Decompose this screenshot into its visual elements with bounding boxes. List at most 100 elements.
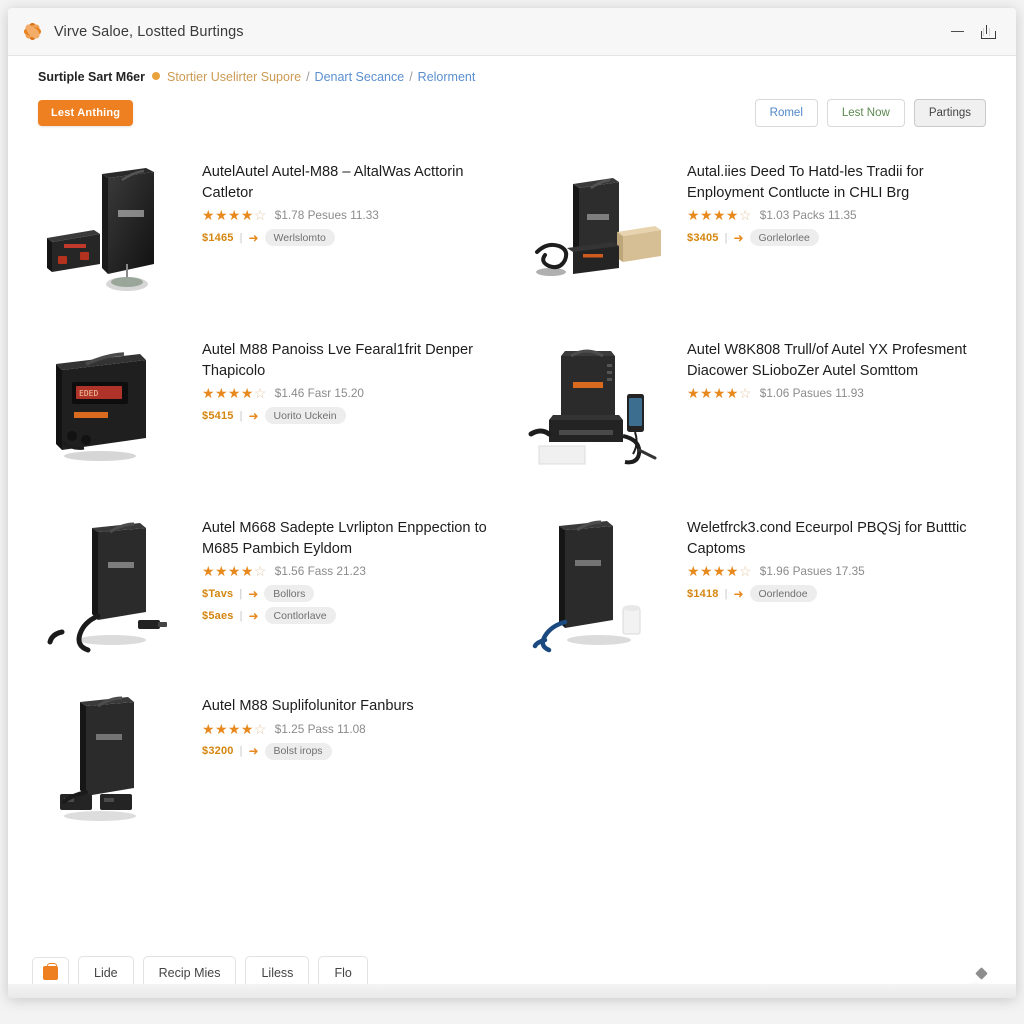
breadcrumb-link-2[interactable]: Relorment (418, 70, 476, 84)
filter-row: Lest Anthing Romel Lest Now Partings (38, 98, 986, 128)
arrow-icon: ➜ (248, 408, 259, 423)
filter-chip-romel[interactable]: Romel (754, 99, 818, 127)
product-info: Autel W8K808 Trull/of Autel YX Profesmen… (687, 328, 986, 407)
meta-badge: Uorito Uckein (264, 407, 346, 425)
shopping-bag-icon (43, 963, 58, 980)
review-text: $1.25 Pass 11.08 (274, 721, 366, 736)
product-title[interactable]: AutelAutel Autel-M88 – AltalWas Acttorin… (202, 162, 501, 203)
breadcrumb-link-1[interactable]: Denart Secance (315, 70, 405, 84)
meta-badge: Contlorlave (264, 607, 336, 625)
product-image-hard-case-with-display[interactable]: EDED (32, 328, 202, 488)
product-rating: ★★★★☆ $1.03 Packs 11.35 (687, 208, 986, 222)
filter-chip-lest-now[interactable]: Lest Now (826, 99, 905, 127)
product-info: Autel M88 Panoiss Lve Fearal1frit Denper… (202, 328, 501, 429)
product-image-case-with-wood-block[interactable] (517, 150, 687, 310)
meta-divider: | (724, 587, 728, 600)
review-text: $1.46 Fasr 15.20 (274, 386, 364, 401)
meta-divider: | (239, 409, 243, 422)
meta-badge: Oorlendoe (749, 585, 817, 603)
rating-stars: ★★★★☆ (202, 563, 267, 580)
minimize-icon (950, 30, 964, 33)
product-info: Autel M88 Suplifolunitor Fanburs ★★★★☆ $… (202, 684, 501, 765)
rating-stars: ★★★★☆ (687, 207, 752, 224)
product-card[interactable]: Autel M88 Suplifolunitor Fanburs ★★★★☆ $… (32, 678, 507, 850)
product-card[interactable]: Autal.iies Deed To Hatd-les Tradii for E… (517, 144, 992, 316)
arrow-icon: ➜ (733, 230, 744, 245)
arrow-icon: ➜ (248, 744, 259, 759)
product-card[interactable]: Autel M668 Sadepte Lvrlipton Enppection … (32, 500, 507, 672)
window-title: Virve Saloe, Lostted Burtings (54, 23, 244, 40)
rating-stars: ★★★★☆ (202, 207, 267, 224)
breadcrumb-title: Surtiple Sart M6er (38, 70, 145, 84)
diamond-icon[interactable] (975, 966, 988, 980)
meta-price: $3405 (687, 231, 719, 244)
product-title[interactable]: Autal.iies Deed To Hatd-les Tradii for E… (687, 162, 986, 203)
review-text: $1.96 Pasues 17.35 (759, 564, 865, 579)
review-text: $1.56 Fass 21.23 (274, 564, 366, 579)
product-card[interactable]: AutelAutel Autel-M88 – AltalWas Acttorin… (32, 144, 507, 316)
filter-chip-partings[interactable]: Partings (913, 99, 986, 127)
product-title[interactable]: Autel M88 Suplifolunitor Fanburs (202, 696, 501, 717)
svg-text:EDED: EDED (79, 389, 98, 398)
breadcrumb-separator: / (409, 70, 413, 84)
product-card[interactable]: EDED Autel M88 Panoiss Lve Fearal1frit D… (32, 322, 507, 494)
review-text: $1.03 Packs 11.35 (759, 208, 857, 223)
review-text: $1.06 Pasues 11.93 (759, 386, 864, 401)
product-meta: $3200 | ➜ Bolst irops (202, 742, 501, 760)
product-image-tower-with-cup[interactable] (517, 506, 687, 666)
product-meta: $1418 | ➜ Oorlendoe (687, 585, 986, 603)
meta-price: $1418 (687, 587, 719, 600)
rating-stars: ★★★★☆ (202, 385, 267, 402)
product-rating: ★★★★☆ $1.56 Fass 21.23 (202, 564, 501, 578)
product-image-tower-with-adapters[interactable] (32, 684, 202, 844)
rating-stars: ★★★★☆ (202, 720, 267, 737)
desktop-background: Virve Saloe, Lostted Burtings Surtiple S… (0, 0, 1024, 1024)
meta-price: $5415 (202, 409, 234, 422)
product-rating: ★★★★☆ $1.06 Pasues 11.93 (687, 386, 986, 400)
subheader: Surtiple Sart M6er Stortier Uselirter Su… (8, 56, 1016, 128)
product-rating: ★★★★☆ $1.96 Pasues 17.35 (687, 564, 986, 578)
meta-badge: Bollors (264, 585, 315, 603)
arrow-icon: ➜ (248, 230, 259, 245)
product-meta: $1465 | ➜ Werlslomto (202, 229, 501, 247)
meta-price: $5aes (202, 609, 234, 622)
window-titlebar: Virve Saloe, Lostted Burtings (8, 8, 1016, 56)
arrow-icon: ➜ (248, 586, 259, 601)
upload-button[interactable] (972, 17, 1002, 47)
rating-stars: ★★★★☆ (687, 385, 752, 402)
product-title[interactable]: Autel M88 Panoiss Lve Fearal1frit Denper… (202, 340, 501, 381)
rating-stars: ★★★★☆ (687, 563, 752, 580)
meta-badge: Werlslomto (264, 229, 335, 247)
meta-divider: | (239, 587, 243, 600)
meta-price: $3200 (202, 745, 234, 758)
product-rating: ★★★★☆ $1.46 Fasr 15.20 (202, 386, 501, 400)
status-dot-icon (151, 72, 160, 80)
review-text: $1.78 Pesues 11.33 (274, 208, 379, 223)
breadcrumb: Surtiple Sart M6er Stortier Uselirter Su… (38, 70, 986, 84)
product-title[interactable]: Autel W8K808 Trull/of Autel YX Profesmen… (687, 340, 986, 381)
product-title[interactable]: Weletfrck3.cond Eceurpol PBQSj for Buttt… (687, 518, 986, 559)
product-image-tower-with-tablet[interactable] (517, 328, 687, 488)
product-image-case-with-red-panel[interactable] (32, 150, 202, 310)
product-card[interactable]: Autel W8K808 Trull/of Autel YX Profesmen… (517, 322, 992, 494)
product-grid: AutelAutel Autel-M88 – AltalWas Acttorin… (32, 144, 992, 850)
product-title[interactable]: Autel M668 Sadepte Lvrlipton Enppection … (202, 518, 501, 559)
footer-strip (8, 984, 1016, 998)
meta-price: $Tavs (202, 587, 234, 600)
product-card[interactable]: Weletfrck3.cond Eceurpol PBQSj for Buttt… (517, 500, 992, 672)
product-rating: ★★★★☆ $1.78 Pesues 11.33 (202, 208, 501, 222)
breadcrumb-separator: / (306, 70, 310, 84)
upload-icon (980, 24, 996, 39)
product-image-tower-with-cable[interactable] (32, 506, 202, 666)
meta-badge: Gorlelorlee (749, 229, 819, 247)
meta-divider: | (239, 745, 243, 758)
meta-badge: Bolst irops (264, 742, 332, 760)
product-info: Autal.iies Deed To Hatd-les Tradii for E… (687, 150, 986, 251)
lest-anthing-button[interactable]: Lest Anthing (38, 100, 134, 126)
meta-divider: | (239, 609, 243, 622)
meta-divider: | (724, 231, 728, 244)
product-info: AutelAutel Autel-M88 – AltalWas Acttorin… (202, 150, 501, 251)
product-info: Autel M668 Sadepte Lvrlipton Enppection … (202, 506, 501, 629)
product-meta: $5aes | ➜ Contlorlave (202, 607, 501, 625)
minimize-button[interactable] (942, 17, 972, 47)
